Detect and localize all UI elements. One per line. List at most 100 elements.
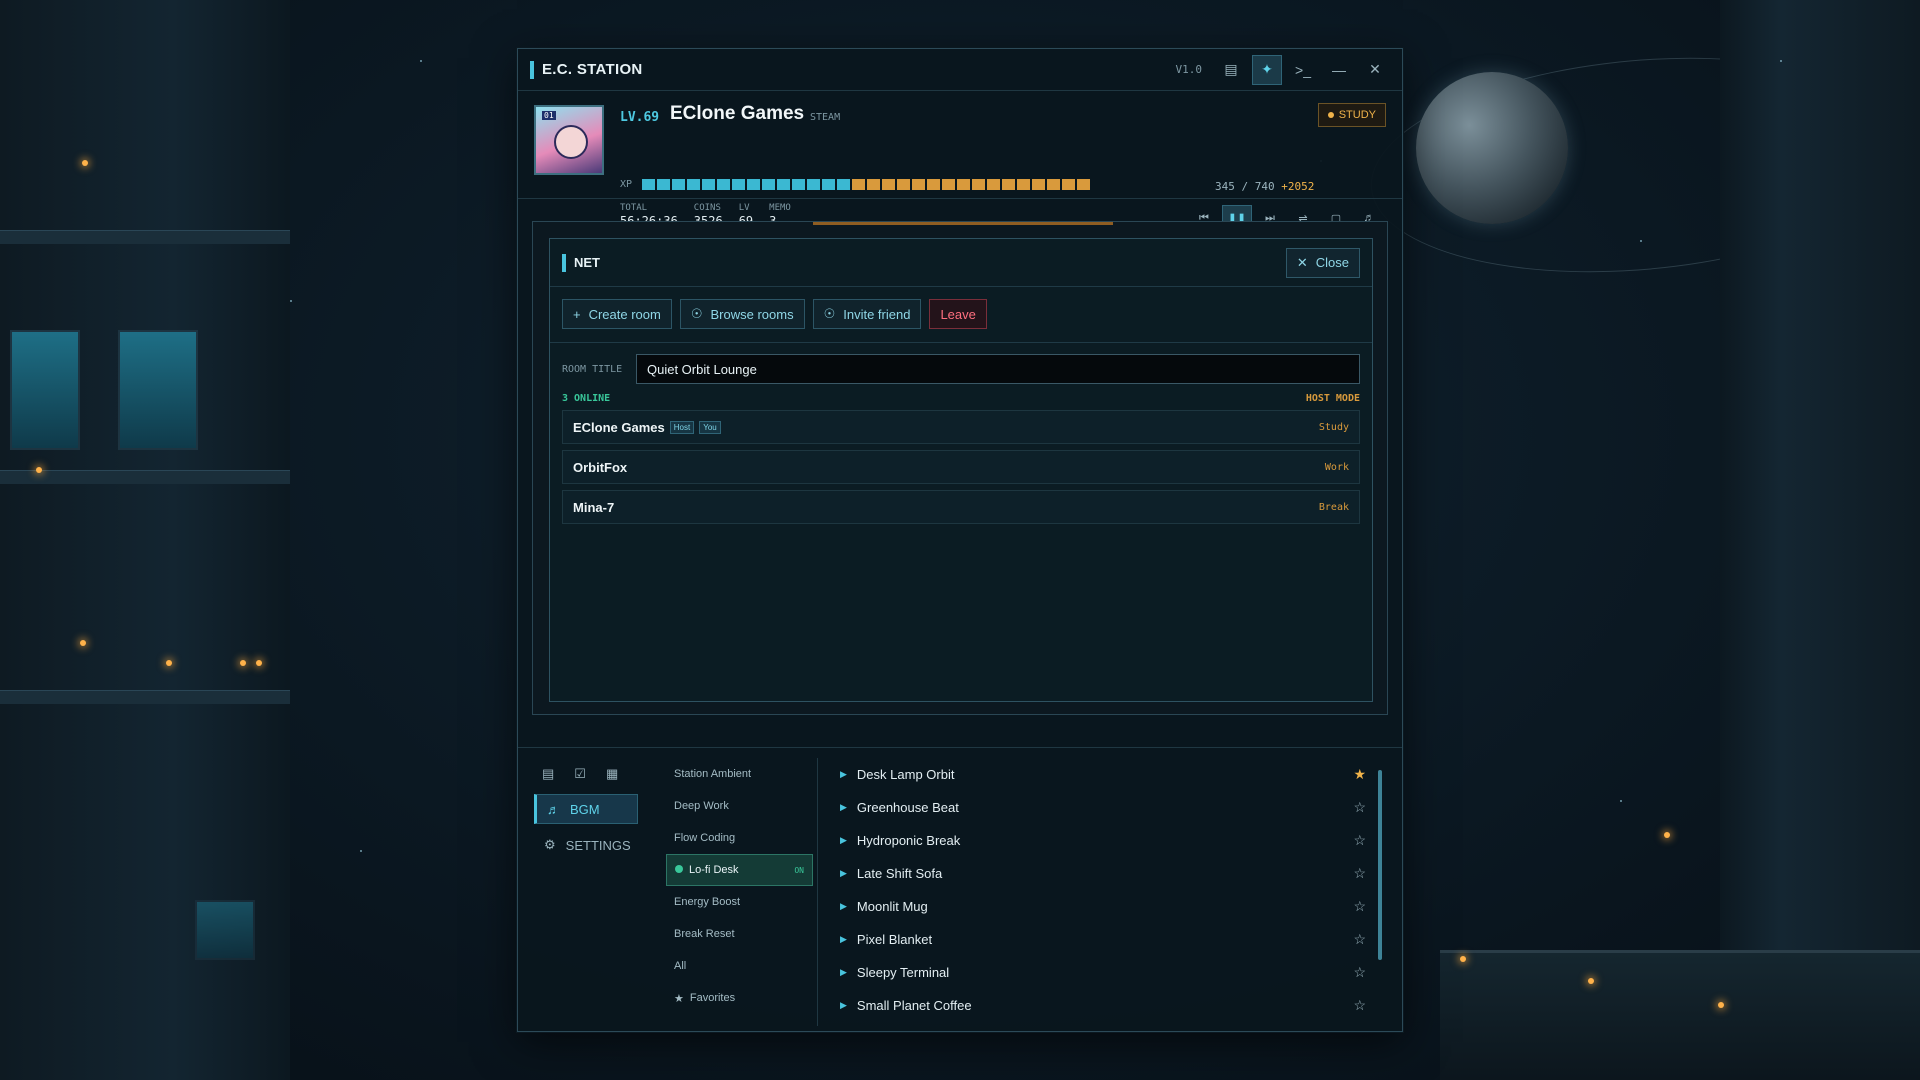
category-list: Station Ambient Deep Work Flow Coding Lo…	[662, 758, 818, 1026]
close-button[interactable]: ✕ Close	[1285, 247, 1360, 278]
active-dot-icon	[675, 865, 683, 873]
play-arrow-icon[interactable]: ▶	[840, 1000, 847, 1011]
favorite-star-icon[interactable]: ☆	[1353, 997, 1366, 1014]
play-arrow-icon[interactable]: ▶	[840, 967, 847, 978]
track-row[interactable]: ▶ Pixel Blanket ☆	[832, 923, 1372, 956]
grid-icon[interactable]: ▦	[606, 766, 618, 782]
notes-icon[interactable]: ▤	[1216, 55, 1246, 85]
category-item[interactable]: Flow Coding	[662, 822, 817, 854]
pin-icon[interactable]: ✦	[1252, 54, 1282, 85]
track-row[interactable]: ▶ Desk Lamp Orbit ★	[832, 758, 1372, 791]
xp-segment	[657, 179, 670, 190]
plus-icon: +	[573, 306, 581, 322]
room-title-label: ROOM TITLE	[562, 363, 623, 375]
title-accent-bar	[530, 60, 534, 79]
play-arrow-icon[interactable]: ▶	[840, 934, 847, 945]
sidebar-item-settings[interactable]: ⚙ SETTINGS	[534, 830, 638, 860]
version-label: V1.0	[1175, 63, 1203, 76]
member-row[interactable]: EClone Games Host You Study	[562, 410, 1360, 444]
xp-readout: 345 / 740 +2052	[1215, 180, 1315, 193]
category-item-active[interactable]: Lo-fi Desk ON	[666, 854, 813, 886]
member-status: Work	[1324, 461, 1349, 473]
track-row[interactable]: ▶ Sleepy Terminal ☆	[832, 956, 1372, 989]
create-room-button[interactable]: + Create room	[562, 299, 672, 329]
track-row[interactable]: ▶ Hydroponic Break ☆	[832, 824, 1372, 857]
favorite-star-icon[interactable]: ☆	[1353, 898, 1366, 915]
status-label: STUDY	[1338, 109, 1376, 121]
category-item[interactable]: Break Reset	[662, 918, 817, 950]
category-item-favorites[interactable]: ★ Favorites	[662, 982, 817, 1014]
xp-segment	[822, 179, 835, 190]
member-row[interactable]: Mina-7 Break	[562, 490, 1360, 524]
close-icon: ✕	[1296, 254, 1308, 270]
category-item[interactable]: Station Ambient	[662, 758, 817, 790]
favorite-star-icon[interactable]: ☆	[1353, 931, 1366, 948]
member-status: Study	[1318, 421, 1349, 433]
avatar-face	[554, 125, 588, 159]
track-row[interactable]: ▶ Moonlit Mug ☆	[832, 890, 1372, 923]
member-status: Break	[1318, 501, 1349, 513]
favorite-star-icon[interactable]: ★	[1353, 766, 1366, 783]
member-name: Mina-7	[573, 499, 615, 515]
status-badge[interactable]: STUDY	[1317, 103, 1386, 127]
xp-segment	[807, 179, 820, 190]
play-arrow-icon[interactable]: ▶	[840, 901, 847, 912]
play-arrow-icon[interactable]: ▶	[840, 868, 847, 879]
track-list-scrollbar[interactable]	[1378, 770, 1382, 960]
xp-segment	[927, 179, 940, 190]
xp-segment	[687, 179, 700, 190]
xp-segment	[1047, 179, 1060, 190]
invite-friend-button[interactable]: ☉ Invite friend	[812, 299, 922, 329]
xp-segment	[897, 179, 910, 190]
online-count: 3 ONLINE	[562, 393, 611, 404]
favorite-star-icon[interactable]: ☆	[1353, 832, 1366, 849]
app-title: E.C. STATION	[542, 61, 643, 78]
xp-segment	[1077, 179, 1090, 190]
player-name: EClone Games	[670, 103, 805, 124]
leave-button[interactable]: Leave	[929, 299, 987, 329]
track-row[interactable]: ▶ Greenhouse Beat ☆	[832, 791, 1372, 824]
xp-segment	[1017, 179, 1030, 190]
terminal-icon[interactable]: >_	[1288, 55, 1318, 85]
xp-label: XP	[620, 179, 633, 190]
favorite-star-icon[interactable]: ☆	[1353, 799, 1366, 816]
favorite-star-icon[interactable]: ☆	[1353, 865, 1366, 882]
play-arrow-icon[interactable]: ▶	[840, 769, 847, 780]
track-row[interactable]: ▶ Late Shift Sofa ☆	[832, 857, 1372, 890]
room-title-row: ROOM TITLE Quiet Orbit Lounge	[550, 354, 1372, 384]
left-station-tower	[0, 0, 290, 1080]
net-panel-frame: NET ✕ Close + Create room ☉ Browse rooms…	[532, 221, 1388, 715]
xp-segment	[792, 179, 805, 190]
favorite-star-icon[interactable]: ☆	[1353, 964, 1366, 981]
track-title: Pixel Blanket	[856, 932, 933, 947]
net-header: NET ✕ Close	[550, 239, 1372, 287]
sidebar-item-bgm[interactable]: ♬ BGM	[534, 794, 638, 824]
globe-icon: ☉	[823, 306, 836, 321]
member-row[interactable]: OrbitFox Work	[562, 450, 1360, 484]
xp-segment	[852, 179, 865, 190]
category-item[interactable]: All	[662, 950, 817, 982]
member-name: EClone Games	[573, 419, 665, 435]
browse-rooms-button[interactable]: ☉ Browse rooms	[679, 299, 805, 329]
xp-segment	[867, 179, 880, 190]
title-bar[interactable]: E.C. STATION V1.0 ▤ ✦ >_ — ✕	[518, 49, 1402, 91]
checklist-icon[interactable]: ☑	[574, 766, 586, 782]
xp-segment	[672, 179, 685, 190]
document-icon[interactable]: ▤	[542, 766, 554, 782]
play-arrow-icon[interactable]: ▶	[840, 835, 847, 846]
xp-bonus: +2052	[1281, 180, 1315, 193]
play-arrow-icon[interactable]: ▶	[840, 802, 847, 813]
close-window-icon[interactable]: ✕	[1360, 55, 1390, 85]
category-item[interactable]: Energy Boost	[662, 886, 817, 918]
room-status-row: 3 ONLINE HOST MODE	[550, 393, 1372, 404]
member-name: OrbitFox	[573, 459, 628, 475]
track-row[interactable]: ▶ Small Planet Coffee ☆	[832, 989, 1372, 1022]
settings-icon: ⚙	[544, 837, 556, 852]
minimize-icon[interactable]: —	[1324, 55, 1354, 85]
room-title-input[interactable]: Quiet Orbit Lounge	[636, 354, 1360, 384]
host-tag: Host	[669, 420, 695, 434]
avatar[interactable]: 01	[534, 105, 604, 175]
xp-current: 345	[1215, 180, 1235, 193]
category-item[interactable]: Deep Work	[662, 790, 817, 822]
track-list: ▶ Desk Lamp Orbit ★ ▶ Greenhouse Beat ☆ ▶ Hydro…	[832, 758, 1372, 1022]
